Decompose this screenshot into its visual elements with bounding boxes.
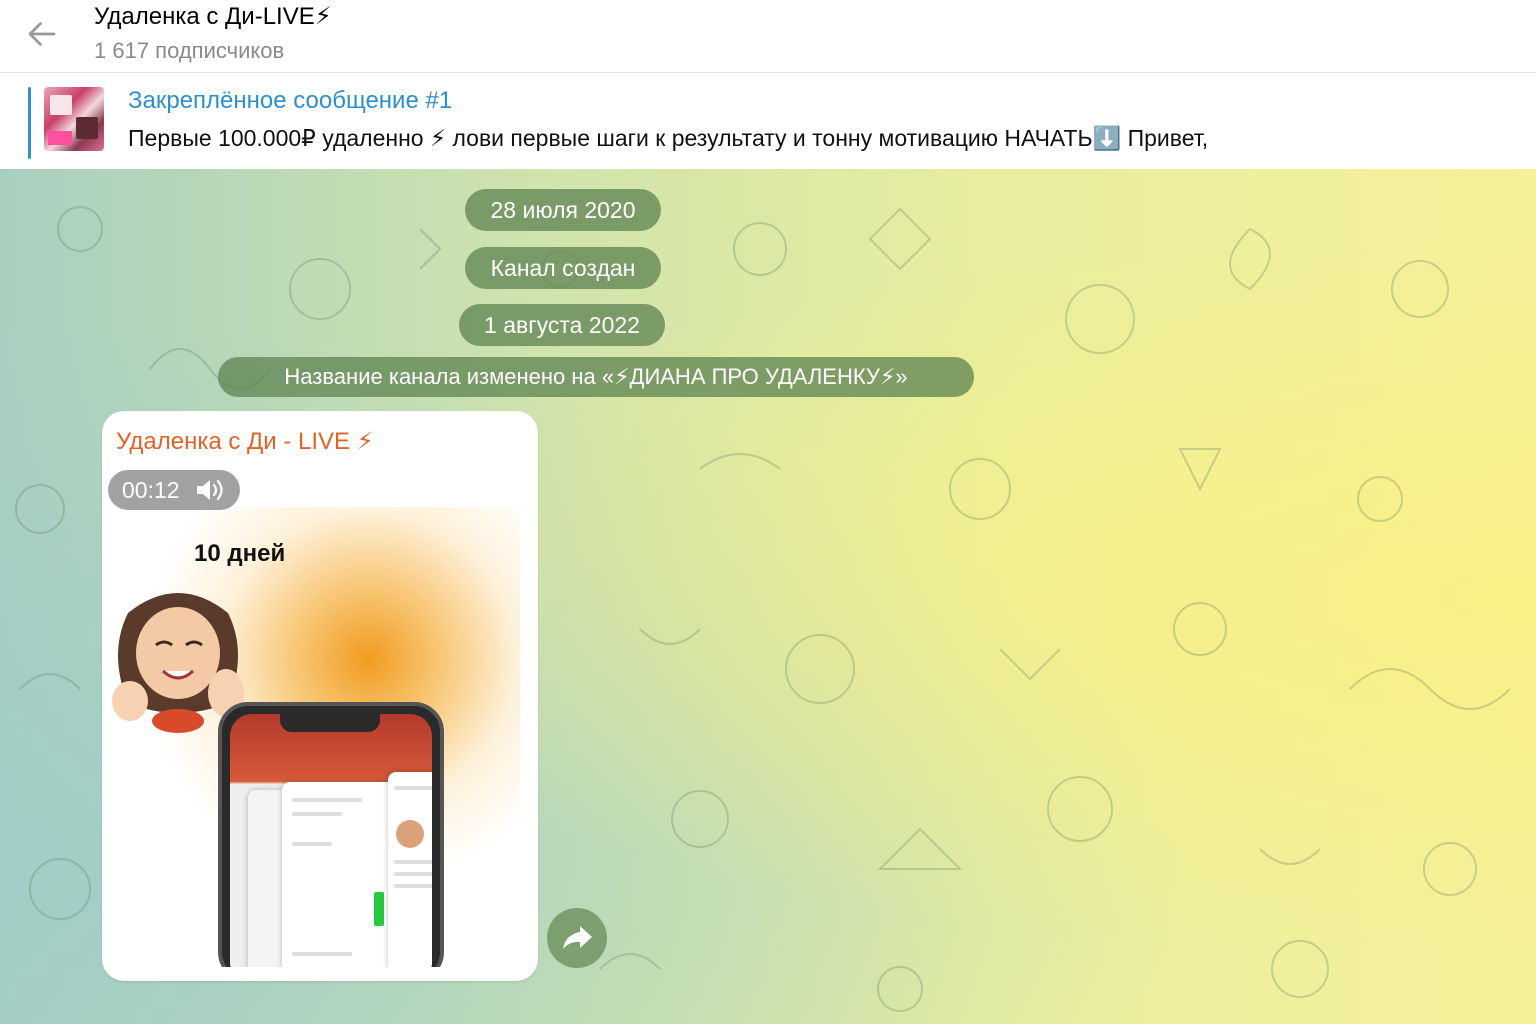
pinned-thumbnail — [44, 87, 104, 151]
channel-title[interactable]: Удаленка с Ди-LIVE⚡ — [94, 2, 332, 31]
video-message[interactable]: 00:12 10 дней — [108, 467, 520, 967]
share-button[interactable] — [547, 908, 607, 968]
message-bubble[interactable]: Удаленка с Ди - LIVE ⚡ 00:12 10 дней — [102, 411, 538, 981]
speaker-icon — [197, 479, 223, 501]
pinned-accent-line — [28, 87, 31, 159]
video-caption: 10 дней — [194, 540, 286, 567]
back-button[interactable] — [20, 12, 64, 56]
video-duration: 00:12 — [122, 477, 180, 503]
arrow-left-icon — [28, 22, 56, 46]
subscriber-count: 1 617 подписчиков — [94, 38, 285, 63]
date-separator: 1 августа 2022 — [459, 304, 665, 346]
service-message-created: Канал создан — [465, 247, 661, 289]
phone-illustration — [218, 702, 444, 967]
pinned-title: Закреплённое сообщение #1 — [128, 87, 453, 114]
video-duration-badge[interactable]: 00:12 — [108, 470, 240, 510]
share-arrow-icon — [563, 926, 592, 949]
message-sender[interactable]: Удаленка с Ди - LIVE ⚡ — [116, 427, 374, 456]
pinned-message-bar[interactable]: Закреплённое сообщение #1 Первые 100.000… — [0, 73, 1536, 169]
service-message-renamed: Название канала изменено на «⚡ДИАНА ПРО … — [218, 357, 974, 397]
date-separator: 28 июля 2020 — [465, 189, 661, 231]
chat-area: 28 июля 2020 Канал создан 1 августа 2022… — [0, 169, 1536, 1024]
chat-header: Удаленка с Ди-LIVE⚡ 1 617 подписчиков — [0, 0, 1536, 73]
pinned-text: Первые 100.000₽ удаленно ⚡ лови первые ш… — [128, 125, 1209, 151]
